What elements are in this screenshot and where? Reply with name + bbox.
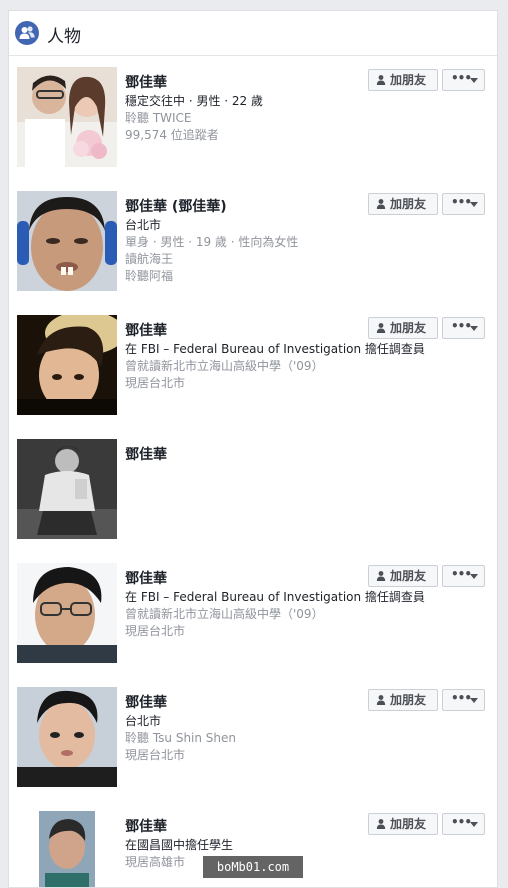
person-info: 鄧佳華 (鄧佳華) 台北市單身 · 男性 · 19 歲 · 性向為女性 讀航海王聆聽… xyxy=(125,197,355,285)
add-friend-label: 加朋友 xyxy=(390,817,427,831)
people-icon xyxy=(15,21,39,45)
profile-photo[interactable] xyxy=(17,687,117,787)
person-detail: 曾就讀新北市立海山高級中學（'09） xyxy=(125,607,324,621)
add-friend-label: 加朋友 xyxy=(390,321,427,335)
profile-photo[interactable] xyxy=(17,67,117,167)
person-name-link[interactable]: 鄧佳華 (鄧佳華) xyxy=(125,197,355,217)
person-name-link[interactable]: 鄧佳華 xyxy=(125,445,355,465)
person-detail: 穩定交往中 · 男性 · 22 歲 xyxy=(125,94,263,108)
chevron-down-icon xyxy=(470,202,478,207)
chevron-down-icon xyxy=(470,78,478,83)
profile-photo[interactable] xyxy=(17,811,117,887)
people-results-panel: 人物 鄧佳華 穩定交往中 · 男性 · 22 歲聆聽 TWICE 99,574 位追… xyxy=(8,10,498,888)
more-options-button[interactable]: ••• xyxy=(442,813,485,835)
person-detail: 聆聽阿福 xyxy=(125,269,174,283)
person-detail: 在 FBI – Federal Bureau of Investigation … xyxy=(125,590,425,604)
more-options-button[interactable]: ••• xyxy=(442,317,485,339)
profile-photo[interactable] xyxy=(17,563,117,663)
person-info: 鄧佳華 穩定交往中 · 男性 · 22 歲聆聽 TWICE 99,574 位追蹤者 xyxy=(125,73,355,144)
person-result: 鄧佳華在 FBI – Federal Bureau of Investigati… xyxy=(9,563,497,667)
profile-photo[interactable] xyxy=(17,191,117,291)
person-detail: 曾就讀新北市立海山高級中學（'09） xyxy=(125,359,324,373)
person-detail: 現居台北市 xyxy=(125,748,186,762)
section-title: 人物 xyxy=(47,27,81,47)
person-detail: 在 FBI – Federal Bureau of Investigation … xyxy=(125,342,425,356)
add-friend-label: 加朋友 xyxy=(390,197,427,211)
more-options-button[interactable]: ••• xyxy=(442,69,485,91)
person-detail: 聆聽 Tsu Shin Shen xyxy=(125,731,237,745)
profile-photo[interactable] xyxy=(17,439,117,539)
person-detail: 聆聽 TWICE xyxy=(125,111,192,125)
more-options-button[interactable]: ••• xyxy=(442,689,485,711)
person-name-link[interactable]: 鄧佳華 xyxy=(125,817,355,837)
add-friend-button[interactable]: 加朋友 xyxy=(368,565,438,587)
person-detail: 台北市 xyxy=(125,714,162,728)
add-friend-button[interactable]: 加朋友 xyxy=(368,69,438,91)
person-info: 鄧佳華 台北市聆聽 Tsu Shin Shen 現居台北市 xyxy=(125,693,355,764)
person-name-link[interactable]: 鄧佳華 xyxy=(125,569,355,589)
add-friend-button[interactable]: 加朋友 xyxy=(368,813,438,835)
add-friend-icon xyxy=(375,570,387,585)
person-name-link[interactable]: 鄧佳華 xyxy=(125,693,355,713)
add-friend-icon xyxy=(375,322,387,337)
chevron-down-icon xyxy=(470,822,478,827)
person-name-link[interactable]: 鄧佳華 xyxy=(125,73,355,93)
person-result: 鄧佳華 (鄧佳華) 台北市單身 · 男性 · 19 歲 · 性向為女性 讀航海王聆聽… xyxy=(9,191,497,295)
add-friend-label: 加朋友 xyxy=(390,569,427,583)
add-friend-label: 加朋友 xyxy=(390,693,427,707)
person-info: 鄧佳華 xyxy=(125,445,355,465)
chevron-down-icon xyxy=(470,574,478,579)
add-friend-button[interactable]: 加朋友 xyxy=(368,193,438,215)
add-friend-button[interactable]: 加朋友 xyxy=(368,689,438,711)
person-result: 鄧佳華在 FBI – Federal Bureau of Investigati… xyxy=(9,315,497,419)
person-detail: 現居台北市 xyxy=(125,624,186,638)
person-detail: 99,574 位追蹤者 xyxy=(125,128,219,142)
more-dots-icon: ••• xyxy=(451,71,472,85)
watermark: boMb01.com xyxy=(203,856,303,878)
more-dots-icon: ••• xyxy=(451,567,472,581)
more-options-button[interactable]: ••• xyxy=(442,565,485,587)
section-header: 人物 xyxy=(9,11,497,56)
add-friend-icon xyxy=(375,818,387,833)
person-result: 鄧佳華 穩定交往中 · 男性 · 22 歲聆聽 TWICE 99,574 位追蹤者 加… xyxy=(9,67,497,171)
add-friend-icon xyxy=(375,198,387,213)
chevron-down-icon xyxy=(470,698,478,703)
person-result: 鄧佳華 xyxy=(9,439,497,543)
more-dots-icon: ••• xyxy=(451,319,472,333)
more-dots-icon: ••• xyxy=(451,691,472,705)
add-friend-label: 加朋友 xyxy=(390,73,427,87)
person-detail: 讀航海王 xyxy=(125,252,174,266)
add-friend-icon xyxy=(375,694,387,709)
chevron-down-icon xyxy=(470,326,478,331)
person-detail: 在國昌國中擔任學生 xyxy=(125,838,234,852)
person-result: 鄧佳華 台北市聆聽 Tsu Shin Shen 現居台北市 加朋友 ••• xyxy=(9,687,497,791)
more-dots-icon: ••• xyxy=(451,815,472,829)
person-detail: 現居台北市 xyxy=(125,376,186,390)
person-detail: 台北市 xyxy=(125,218,162,232)
person-info: 鄧佳華在 FBI – Federal Bureau of Investigati… xyxy=(125,569,425,640)
more-dots-icon: ••• xyxy=(451,195,472,209)
more-options-button[interactable]: ••• xyxy=(442,193,485,215)
person-info: 鄧佳華在 FBI – Federal Bureau of Investigati… xyxy=(125,321,425,392)
profile-photo[interactable] xyxy=(17,315,117,415)
person-name-link[interactable]: 鄧佳華 xyxy=(125,321,355,341)
add-friend-button[interactable]: 加朋友 xyxy=(368,317,438,339)
add-friend-icon xyxy=(375,74,387,89)
person-detail: 單身 · 男性 · 19 歲 · 性向為女性 xyxy=(125,235,299,249)
